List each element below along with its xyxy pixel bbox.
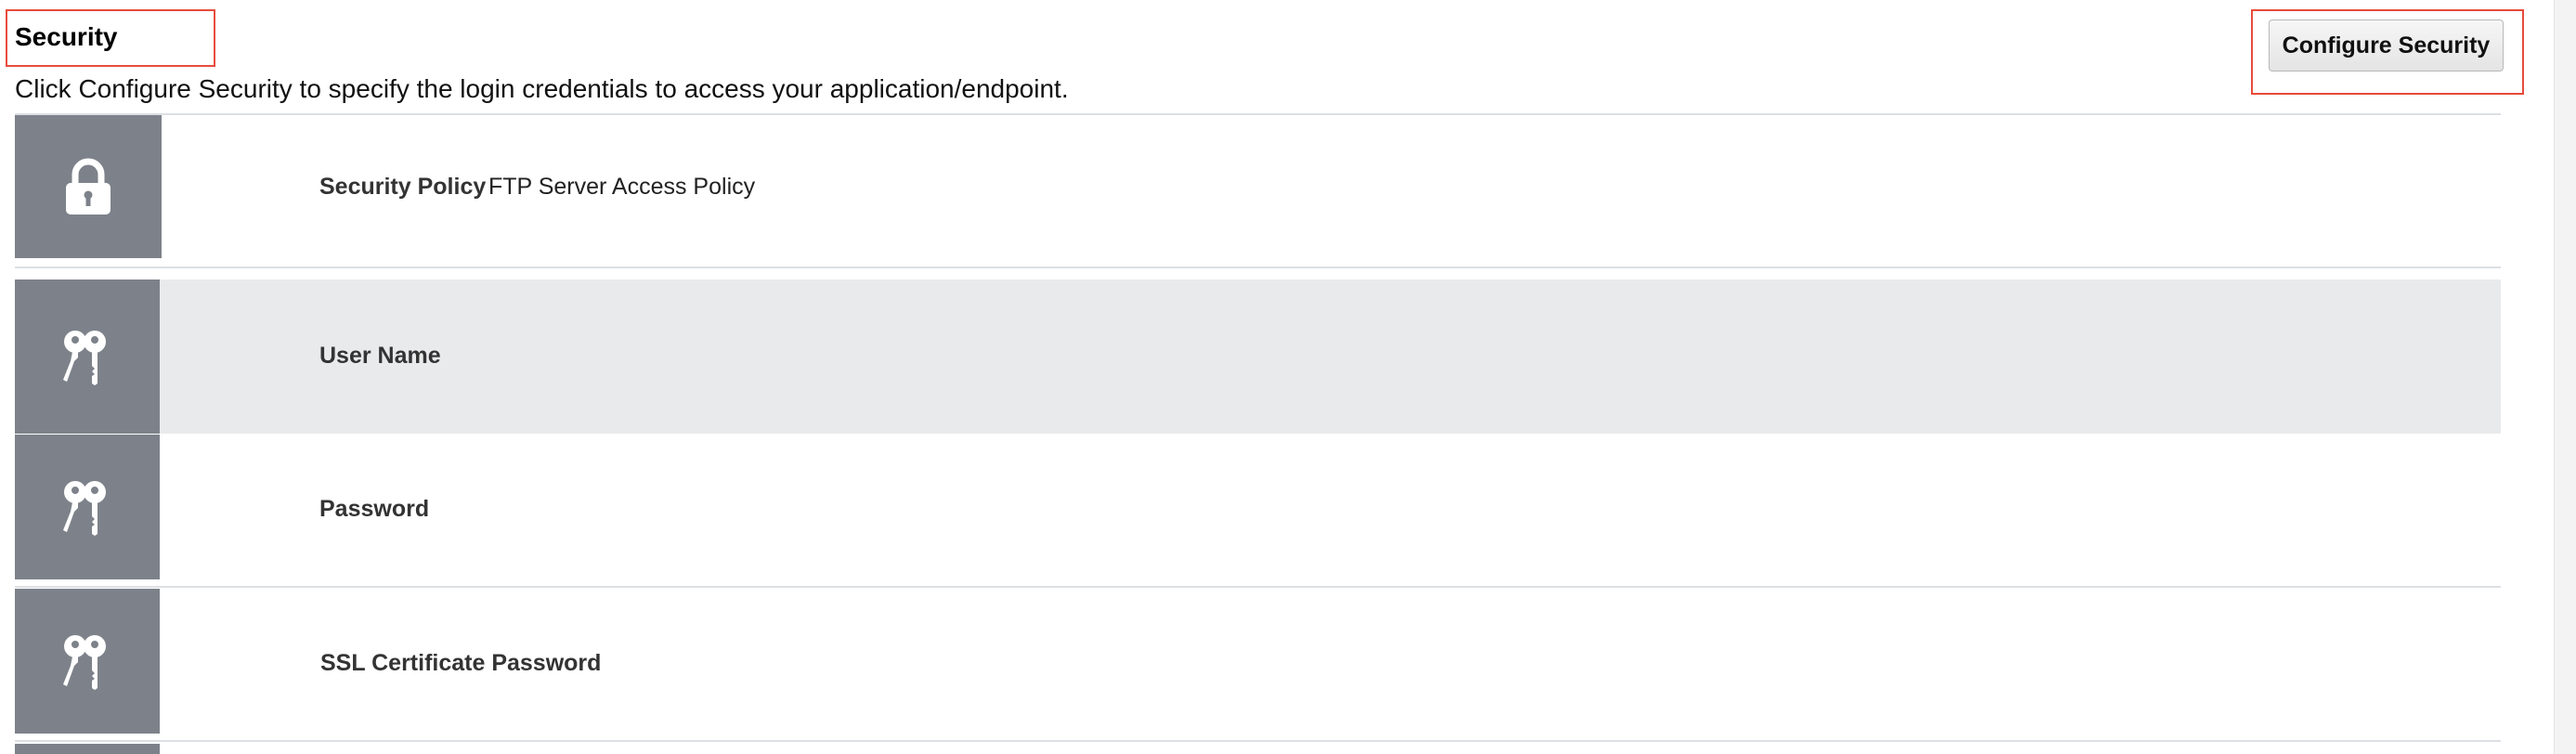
ssl-certificate-password-row[interactable]: SSL Certificate Password	[15, 589, 2501, 739]
keys-icon	[15, 589, 160, 734]
section-title: Security	[15, 22, 118, 51]
password-row[interactable]: Password	[15, 435, 2501, 585]
divider	[15, 740, 2501, 742]
security-policy-row: Security Policy FTP Server Access Policy	[15, 115, 2501, 260]
vertical-scrollbar[interactable]	[2554, 0, 2576, 754]
security-policy-value: FTP Server Access Policy	[488, 174, 756, 200]
section-description: Click Configure Security to specify the …	[15, 74, 1069, 103]
ssl-certificate-password-label: SSL Certificate Password	[320, 650, 602, 676]
next-row-icon-tile	[15, 744, 160, 754]
security-policy-label: Security Policy	[319, 174, 487, 200]
keys-icon	[15, 280, 160, 434]
lock-icon	[15, 115, 162, 258]
user-name-row[interactable]: User Name	[15, 280, 2501, 434]
keys-icon	[15, 435, 160, 579]
password-label: Password	[319, 496, 430, 522]
configure-security-button[interactable]: Configure Security	[2269, 20, 2504, 72]
divider	[15, 586, 2501, 588]
divider	[15, 266, 2501, 268]
user-name-label: User Name	[319, 343, 441, 369]
